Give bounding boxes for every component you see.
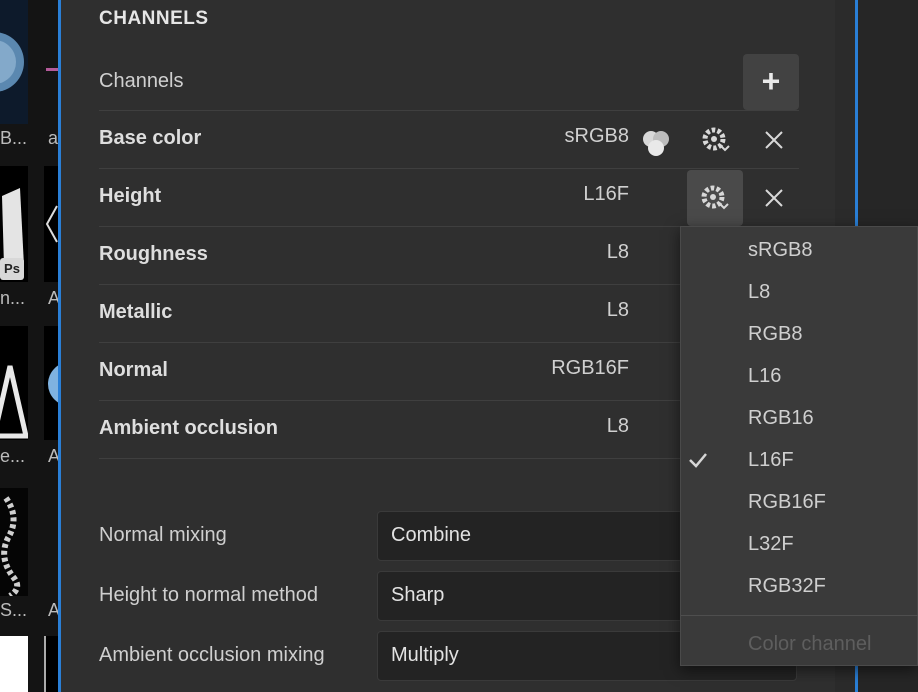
menu-item[interactable]: sRGB8: [681, 229, 918, 271]
chevron-left-icon: [45, 205, 58, 243]
remove-channel-button[interactable]: [751, 175, 797, 221]
menu-item-label: RGB16: [748, 407, 814, 429]
asset-thumbnail[interactable]: [44, 166, 58, 282]
asset-thumbnail[interactable]: [0, 326, 30, 440]
menu-item[interactable]: RGB32F: [681, 565, 918, 607]
asset-label-letter: a: [48, 128, 58, 148]
menu-item-label: RGB16F: [748, 491, 826, 513]
normal-mixing-label: Normal mixing: [99, 524, 227, 546]
channel-row-base-color[interactable]: Base color sRGB8: [99, 110, 799, 169]
asset-label-letter: A: [48, 288, 58, 308]
menu-item[interactable]: RGB16F: [681, 481, 918, 523]
menu-item-label: L32F: [748, 533, 794, 555]
gear-icon: [702, 127, 730, 152]
channel-row-height[interactable]: Height L16F: [99, 168, 799, 227]
select-value: Sharp: [391, 584, 445, 606]
menu-item-label: L8: [748, 281, 771, 303]
channel-name: Height: [99, 185, 162, 207]
color-mix-icon[interactable]: [633, 117, 679, 163]
menu-separator: [681, 615, 918, 616]
add-channel-button[interactable]: +: [743, 54, 799, 110]
close-icon: [765, 189, 783, 207]
checkmark-icon: [689, 453, 707, 468]
menu-item[interactable]: L16: [681, 355, 918, 397]
channel-format: L8: [606, 299, 629, 321]
gear-icon: [701, 185, 729, 210]
channels-label: Channels: [99, 70, 184, 92]
channel-name: Ambient occlusion: [99, 417, 278, 439]
channel-format: L16F: [583, 183, 629, 205]
menu-item[interactable]: RGB16: [681, 397, 918, 439]
sphere-thumbnail-icon: [0, 32, 24, 92]
channel-settings-button[interactable]: [693, 117, 739, 163]
menu-item-label: RGB8: [748, 323, 803, 345]
channel-name: Base color: [99, 127, 202, 149]
asset-thumbnail[interactable]: [44, 326, 58, 440]
triangle-thumbnail-icon: [0, 365, 30, 439]
asset-thumbnail[interactable]: [0, 488, 28, 599]
height-to-normal-label: Height to normal method: [99, 584, 319, 606]
channel-format: sRGB8: [564, 125, 629, 147]
asset-label-letter: A: [48, 446, 58, 466]
plus-icon: +: [761, 63, 781, 99]
asset-label: n...: [0, 288, 26, 308]
select-value: Multiply: [391, 644, 459, 666]
asset-browser-strip: B... a Ps n... e... S... A A A: [0, 0, 58, 692]
menu-item[interactable]: RGB8: [681, 313, 918, 355]
close-icon: [765, 131, 783, 149]
asset-label: B...: [0, 128, 28, 148]
menu-item-disabled: Color channel: [748, 633, 872, 655]
menu-item-label: sRGB8: [748, 239, 813, 261]
remove-channel-button[interactable]: [751, 117, 797, 163]
channel-name: Roughness: [99, 243, 208, 265]
circle-thumbnail-icon: [48, 365, 58, 403]
asset-label-letter: A: [48, 600, 58, 620]
menu-item-selected[interactable]: L16F: [681, 439, 918, 481]
ambient-occlusion-mixing-label: Ambient occlusion mixing: [99, 644, 325, 666]
menu-item-label: L16: [748, 365, 782, 387]
channel-format: L8: [606, 415, 629, 437]
channel-format: L8: [606, 241, 629, 263]
color-swatch: [46, 68, 58, 71]
channel-name: Normal: [99, 359, 168, 381]
asset-thumbnail[interactable]: [0, 0, 28, 124]
select-value: Combine: [391, 524, 472, 546]
menu-item[interactable]: L8: [681, 271, 918, 313]
channel-name: Metallic: [99, 301, 173, 323]
asset-thumbnail[interactable]: [0, 636, 28, 692]
photoshop-badge: Ps: [0, 258, 24, 280]
asset-label: S...: [0, 600, 28, 620]
asset-thumbnail[interactable]: [44, 636, 58, 692]
channel-settings-button[interactable]: [687, 170, 743, 226]
section-title: CHANNELS: [99, 8, 209, 29]
menu-item[interactable]: L32F: [681, 523, 918, 565]
channel-format: RGB16F: [551, 357, 629, 379]
menu-item-label: RGB32F: [748, 575, 826, 597]
asset-label: e...: [0, 446, 26, 466]
menu-item-label: L16F: [748, 449, 794, 471]
format-dropdown-menu: sRGB8 L8 RGB8 L16 RGB16 L16F RGB16F L32F…: [680, 226, 918, 666]
chain-thumbnail-icon: [1, 496, 21, 599]
